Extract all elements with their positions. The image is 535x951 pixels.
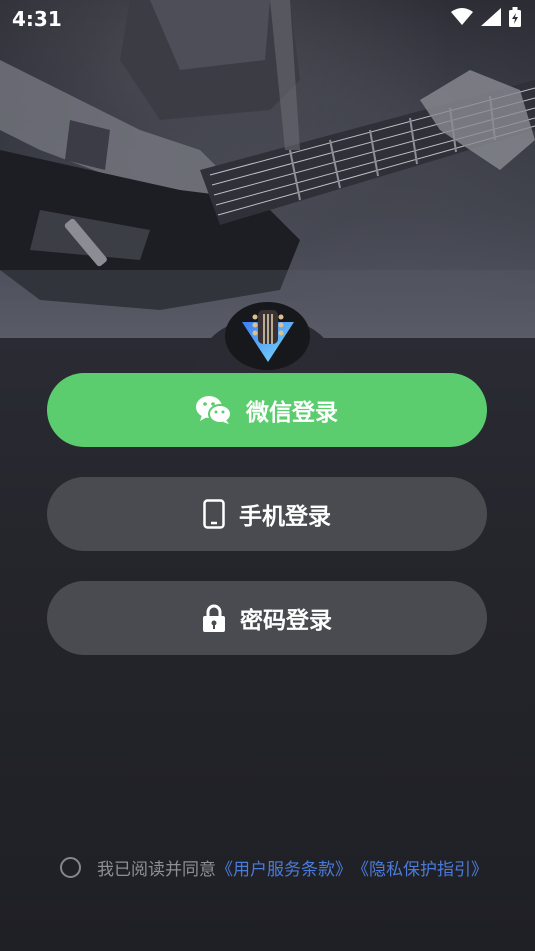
guitar-photo (0, 0, 535, 345)
wechat-icon (196, 396, 232, 424)
phone-login-button[interactable]: 手机登录 (47, 477, 487, 551)
signal-icon (481, 8, 501, 26)
phone-login-label: 手机登录 (239, 504, 331, 530)
hero-image (0, 0, 535, 345)
wechat-login-button[interactable]: 微信登录 (47, 373, 487, 447)
password-login-button[interactable]: 密码登录 (47, 581, 487, 655)
agreement-text: 我已阅读并同意 (97, 860, 216, 880)
phone-icon (203, 499, 225, 529)
password-login-label: 密码登录 (240, 608, 332, 634)
privacy-link[interactable]: 《隐私保护指引》 (352, 855, 488, 880)
terms-link[interactable]: 《用户服务条款》 (216, 855, 352, 880)
wechat-login-label: 微信登录 (246, 400, 338, 426)
wifi-icon (451, 8, 473, 25)
app-logo (225, 302, 310, 370)
battery-icon (509, 7, 521, 27)
guitar-logo-icon (241, 310, 294, 362)
agreement-radio[interactable] (60, 857, 81, 878)
status-bar: 4:31 (0, 0, 535, 38)
agreement-row: 我已阅读并同意 《用户服务条款》 《隐私保护指引》 (60, 855, 488, 880)
lock-icon (203, 604, 225, 632)
status-time: 4:31 (12, 7, 62, 31)
